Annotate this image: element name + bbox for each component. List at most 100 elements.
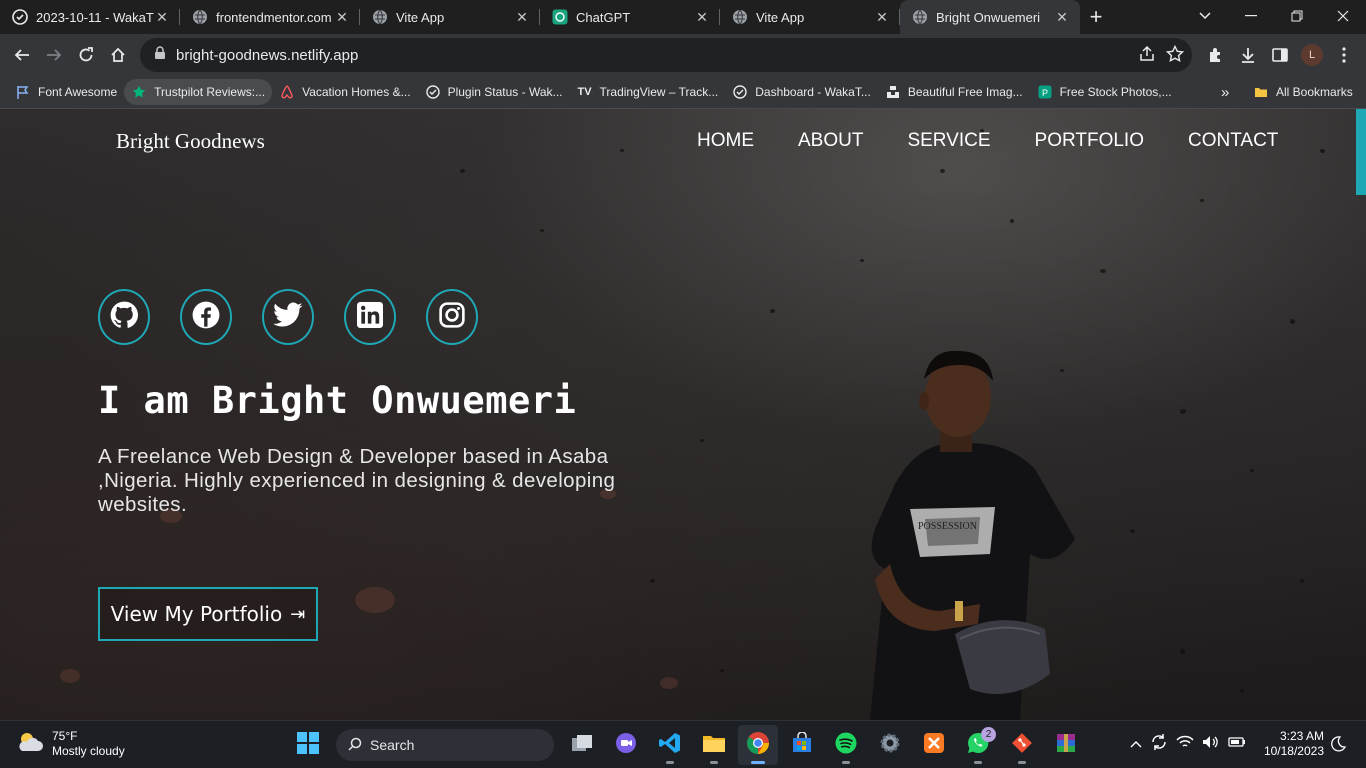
svg-text:P: P	[1042, 88, 1048, 98]
bookmark-item[interactable]: Plugin Status - Wak...	[418, 79, 570, 105]
site-logo[interactable]: Bright Goodnews	[116, 129, 265, 154]
close-tab-icon[interactable]: ✕	[1054, 9, 1070, 25]
winrar-app[interactable]	[1046, 725, 1086, 765]
bookmark-label: All Bookmarks	[1276, 85, 1353, 99]
bookmark-label: Free Stock Photos,...	[1059, 85, 1172, 99]
store-icon	[791, 730, 813, 759]
extensions-icon[interactable]	[1200, 39, 1232, 71]
bookmark-item[interactable]: Vacation Homes &...	[272, 79, 418, 105]
bookmark-item[interactable]: TV TradingView – Track...	[570, 79, 726, 105]
file-explorer-app[interactable]	[694, 725, 734, 765]
menu-kebab-icon[interactable]	[1328, 39, 1360, 71]
tab-title: 2023-10-11 - WakaTi	[36, 9, 154, 25]
reload-icon[interactable]	[70, 39, 102, 71]
microsoft-store-app[interactable]	[782, 725, 822, 765]
view-portfolio-button[interactable]: View My Portfolio ⇥	[98, 587, 318, 641]
volume-icon[interactable]	[1202, 735, 1220, 752]
instagram-link[interactable]	[426, 289, 478, 345]
scrollbar-thumb[interactable]	[1356, 109, 1366, 195]
battery-icon[interactable]	[1228, 736, 1246, 751]
bookmark-item[interactable]: P Free Stock Photos,...	[1030, 79, 1179, 105]
svg-text:POSSESSION: POSSESSION	[918, 521, 977, 532]
new-tab-button[interactable]: +	[1080, 0, 1112, 34]
globe-icon	[732, 9, 748, 25]
task-view-button[interactable]	[562, 725, 602, 765]
search-icon	[348, 737, 362, 754]
cta-label: View My Portfolio	[110, 602, 283, 626]
bookmark-item[interactable]: Font Awesome	[8, 79, 124, 105]
download-icon[interactable]	[1232, 39, 1264, 71]
tab-search-chevron-icon[interactable]	[1182, 0, 1228, 32]
hero-intro: A Freelance Web Design & Developer based…	[98, 445, 616, 516]
focus-moon-icon[interactable]	[1330, 736, 1347, 757]
taskbar-clock[interactable]: 3:23 AM 10/18/2023	[1262, 729, 1324, 759]
browser-toolbar: bright-goodnews.netlify.app L	[0, 34, 1366, 76]
partly-cloudy-icon	[16, 730, 44, 759]
globe-icon	[372, 9, 388, 25]
teams-chat-app[interactable]	[606, 725, 646, 765]
close-tab-icon[interactable]: ✕	[514, 9, 530, 25]
bookmarks-overflow-button[interactable]: »	[1214, 79, 1236, 105]
nav-contact[interactable]: CONTACT	[1188, 130, 1278, 152]
weather-widget[interactable]: 75°F Mostly cloudy	[16, 729, 125, 759]
tab-strip: 2023-10-11 - WakaTi ✕ frontendmentor.com…	[0, 0, 1366, 34]
minimize-icon[interactable]	[1228, 0, 1274, 32]
address-bar[interactable]: bright-goodnews.netlify.app	[140, 38, 1192, 72]
bookmark-item[interactable]: Dashboard - WakaT...	[725, 79, 878, 105]
share-icon[interactable]	[1138, 45, 1156, 67]
page-scrollbar[interactable]	[1356, 109, 1366, 720]
nav-home[interactable]: HOME	[697, 130, 754, 152]
chatgpt-icon	[552, 9, 568, 25]
taskbar-apps: Search 2	[288, 725, 1090, 765]
wakatime-icon	[732, 84, 748, 100]
wifi-icon[interactable]	[1176, 735, 1194, 752]
bookmark-star-icon[interactable]	[1165, 44, 1185, 67]
twitter-link[interactable]	[262, 289, 314, 345]
bookmark-label: Font Awesome	[38, 85, 118, 99]
facebook-link[interactable]	[180, 289, 232, 345]
bookmark-item[interactable]: Beautiful Free Imag...	[878, 79, 1030, 105]
nav-about[interactable]: ABOUT	[798, 130, 863, 152]
globe-icon	[912, 9, 928, 25]
git-icon	[1011, 732, 1033, 759]
sourcetree-app[interactable]	[1002, 725, 1042, 765]
back-icon[interactable]	[6, 39, 38, 71]
chrome-app[interactable]	[738, 725, 778, 765]
close-window-icon[interactable]	[1320, 0, 1366, 32]
xampp-app[interactable]	[914, 725, 954, 765]
tab-title: Vite App	[396, 9, 445, 25]
bookmark-item[interactable]: Trustpilot Reviews:...	[124, 79, 273, 105]
archive-icon	[1055, 732, 1077, 759]
start-button[interactable]	[288, 725, 328, 765]
browser-tab[interactable]: ChatGPT ✕	[540, 0, 720, 34]
forward-icon[interactable]	[38, 39, 70, 71]
whatsapp-app[interactable]: 2	[958, 725, 998, 765]
profile-avatar[interactable]: L	[1296, 39, 1328, 71]
close-tab-icon[interactable]: ✕	[334, 9, 350, 25]
all-bookmarks-folder[interactable]: All Bookmarks	[1246, 79, 1360, 105]
nav-portfolio[interactable]: PORTFOLIO	[1035, 130, 1144, 152]
spotify-app[interactable]	[826, 725, 866, 765]
nav-service[interactable]: SERVICE	[907, 130, 990, 152]
linkedin-link[interactable]	[344, 289, 396, 345]
site-info-icon[interactable]	[154, 46, 166, 64]
browser-tab-active[interactable]: Bright Onwuemeri ✕	[900, 0, 1080, 34]
restore-icon[interactable]	[1274, 0, 1320, 32]
browser-tab[interactable]: 2023-10-11 - WakaTi ✕	[0, 0, 180, 34]
close-tab-icon[interactable]: ✕	[874, 9, 890, 25]
home-icon[interactable]	[102, 39, 134, 71]
chevron-up-icon[interactable]	[1130, 737, 1142, 751]
chrome-icon	[746, 731, 770, 760]
side-panel-icon[interactable]	[1264, 39, 1296, 71]
close-tab-icon[interactable]: ✕	[154, 9, 170, 25]
sync-icon[interactable]	[1150, 733, 1168, 754]
browser-tab[interactable]: Vite App ✕	[720, 0, 900, 34]
vscode-app[interactable]	[650, 725, 690, 765]
browser-tab[interactable]: Vite App ✕	[360, 0, 540, 34]
browser-tab[interactable]: frontendmentor.com ✕	[180, 0, 360, 34]
close-tab-icon[interactable]: ✕	[694, 9, 710, 25]
github-link[interactable]	[98, 289, 150, 345]
settings-app[interactable]	[870, 725, 910, 765]
taskbar-search[interactable]: Search	[336, 729, 554, 761]
tab-title: frontendmentor.com	[216, 9, 332, 25]
